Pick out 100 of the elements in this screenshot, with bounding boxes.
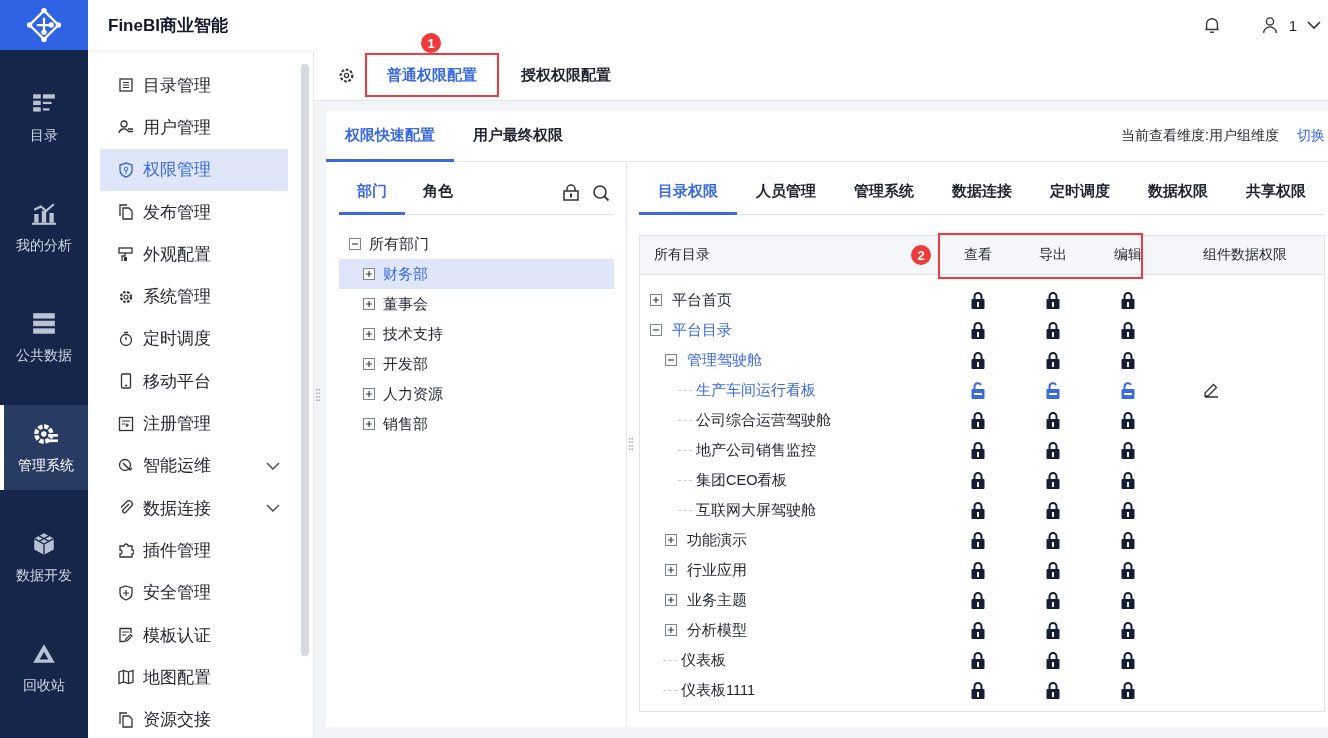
catalog-item[interactable]: 业务主题 xyxy=(687,590,747,610)
tab[interactable]: 共享权限 xyxy=(1227,171,1325,215)
lock-icon[interactable] xyxy=(970,291,985,309)
lock-icon[interactable] xyxy=(1120,651,1135,669)
drag-handle-icon[interactable] xyxy=(629,438,633,450)
unlocked-icon[interactable] xyxy=(1045,381,1060,399)
logo-panel[interactable] xyxy=(0,0,88,50)
menu-item[interactable]: 移动平台 xyxy=(100,360,288,403)
lock-icon[interactable] xyxy=(1120,501,1135,519)
lock-icon[interactable] xyxy=(970,591,985,609)
tab[interactable]: 普通权限配置 xyxy=(365,53,499,97)
catalog-item[interactable]: 生产车间运行看板 xyxy=(696,380,816,400)
menu-item[interactable]: 插件管理 xyxy=(100,529,288,572)
lock-icon[interactable] xyxy=(970,351,985,369)
nav-item[interactable]: 管理系统 xyxy=(0,405,88,490)
scrollbar-thumb[interactable] xyxy=(301,64,309,656)
bell-icon[interactable] xyxy=(1202,16,1221,34)
expand-icon[interactable] xyxy=(665,564,677,576)
user-icon[interactable] xyxy=(1260,16,1279,34)
catalog-item[interactable]: 仪表板 xyxy=(681,650,726,670)
lock-icon[interactable] xyxy=(1120,681,1135,699)
collapse-icon[interactable] xyxy=(349,238,361,250)
switch-link[interactable]: 切换 xyxy=(1297,127,1325,145)
tab[interactable]: 数据连接 xyxy=(933,171,1031,215)
expand-icon[interactable] xyxy=(363,298,375,310)
catalog-item[interactable]: 功能演示 xyxy=(687,530,747,550)
tree-item[interactable]: 所有部门 xyxy=(339,229,614,259)
tab[interactable]: 目录权限 xyxy=(639,171,737,215)
tree-item[interactable]: 财务部 xyxy=(339,259,614,289)
collapse-icon[interactable] xyxy=(665,354,677,366)
menu-item[interactable]: 发布管理 xyxy=(100,190,288,234)
catalog-item[interactable]: 互联网大屏驾驶舱 xyxy=(696,500,816,520)
lock-icon[interactable] xyxy=(1045,291,1060,309)
lock-icon[interactable] xyxy=(1045,561,1060,579)
expand-icon[interactable] xyxy=(650,294,662,306)
lock-icon[interactable] xyxy=(562,183,580,202)
lock-icon[interactable] xyxy=(970,651,985,669)
catalog-item[interactable]: 仪表板1111 xyxy=(681,680,756,700)
lock-icon[interactable] xyxy=(1045,351,1060,369)
catalog-item[interactable]: 管理驾驶舱 xyxy=(687,350,762,370)
catalog-item[interactable]: 公司综合运营驾驶舱 xyxy=(696,410,831,430)
unlocked-icon[interactable] xyxy=(970,381,985,399)
lock-icon[interactable] xyxy=(1120,411,1135,429)
lock-icon[interactable] xyxy=(970,321,985,339)
nav-item[interactable]: 回收站 xyxy=(0,625,88,710)
tree-item[interactable]: 销售部 xyxy=(339,409,614,439)
chevron-down-icon[interactable] xyxy=(266,460,280,471)
tab[interactable]: 管理系统 xyxy=(835,171,933,215)
expand-icon[interactable] xyxy=(363,388,375,400)
lock-icon[interactable] xyxy=(1045,411,1060,429)
lock-icon[interactable] xyxy=(1045,651,1060,669)
lock-icon[interactable] xyxy=(970,681,985,699)
tab[interactable]: 权限快速配置 xyxy=(326,111,454,162)
search-icon[interactable] xyxy=(592,183,610,202)
lock-icon[interactable] xyxy=(1045,531,1060,549)
catalog-item[interactable]: 平台目录 xyxy=(672,320,732,340)
menu-item[interactable]: 用户管理 xyxy=(100,106,288,149)
lock-icon[interactable] xyxy=(970,411,985,429)
lock-icon[interactable] xyxy=(1120,291,1135,309)
nav-item[interactable]: 目录 xyxy=(0,75,88,160)
chevron-down-icon[interactable] xyxy=(1307,20,1321,30)
lock-icon[interactable] xyxy=(970,621,985,639)
menu-item[interactable]: 资源交接 xyxy=(100,698,288,738)
lock-icon[interactable] xyxy=(1120,471,1135,489)
lock-icon[interactable] xyxy=(1045,471,1060,489)
lock-icon[interactable] xyxy=(1045,501,1060,519)
tab[interactable]: 用户最终权限 xyxy=(454,111,582,162)
catalog-item[interactable]: 集团CEO看板 xyxy=(696,470,788,490)
lock-icon[interactable] xyxy=(1120,621,1135,639)
tab[interactable]: 部门 xyxy=(339,171,405,215)
expand-icon[interactable] xyxy=(363,268,375,280)
menu-item[interactable]: 模板认证 xyxy=(100,613,288,657)
lock-icon[interactable] xyxy=(1120,561,1135,579)
lock-icon[interactable] xyxy=(970,471,985,489)
menu-item[interactable]: 定时调度 xyxy=(100,317,288,361)
lock-icon[interactable] xyxy=(1045,441,1060,459)
expand-icon[interactable] xyxy=(665,594,677,606)
catalog-item[interactable]: 行业应用 xyxy=(687,560,747,580)
menu-item[interactable]: 注册管理 xyxy=(100,402,288,445)
user-name[interactable]: 1 xyxy=(1288,16,1297,34)
expand-icon[interactable] xyxy=(363,358,375,370)
lock-icon[interactable] xyxy=(1120,441,1135,459)
lock-icon[interactable] xyxy=(1120,321,1135,339)
menu-item[interactable]: 地图配置 xyxy=(100,656,288,699)
lock-icon[interactable] xyxy=(1045,621,1060,639)
lock-icon[interactable] xyxy=(970,501,985,519)
nav-item[interactable]: 我的分析 xyxy=(0,185,88,270)
menu-item[interactable]: 目录管理 xyxy=(100,64,288,107)
menu-item[interactable]: 权限管理 xyxy=(100,148,288,191)
tab[interactable]: 数据权限 xyxy=(1129,171,1227,215)
tree-item[interactable]: 开发部 xyxy=(339,349,614,379)
expand-icon[interactable] xyxy=(665,624,677,636)
lock-icon[interactable] xyxy=(970,531,985,549)
lock-icon[interactable] xyxy=(1045,321,1060,339)
pencil-icon[interactable] xyxy=(1203,382,1219,398)
nav-item[interactable]: 公共数据 xyxy=(0,295,88,380)
lock-icon[interactable] xyxy=(1120,351,1135,369)
lock-icon[interactable] xyxy=(1045,681,1060,699)
lock-icon[interactable] xyxy=(1120,591,1135,609)
menu-item[interactable]: 数据连接 xyxy=(100,486,288,530)
